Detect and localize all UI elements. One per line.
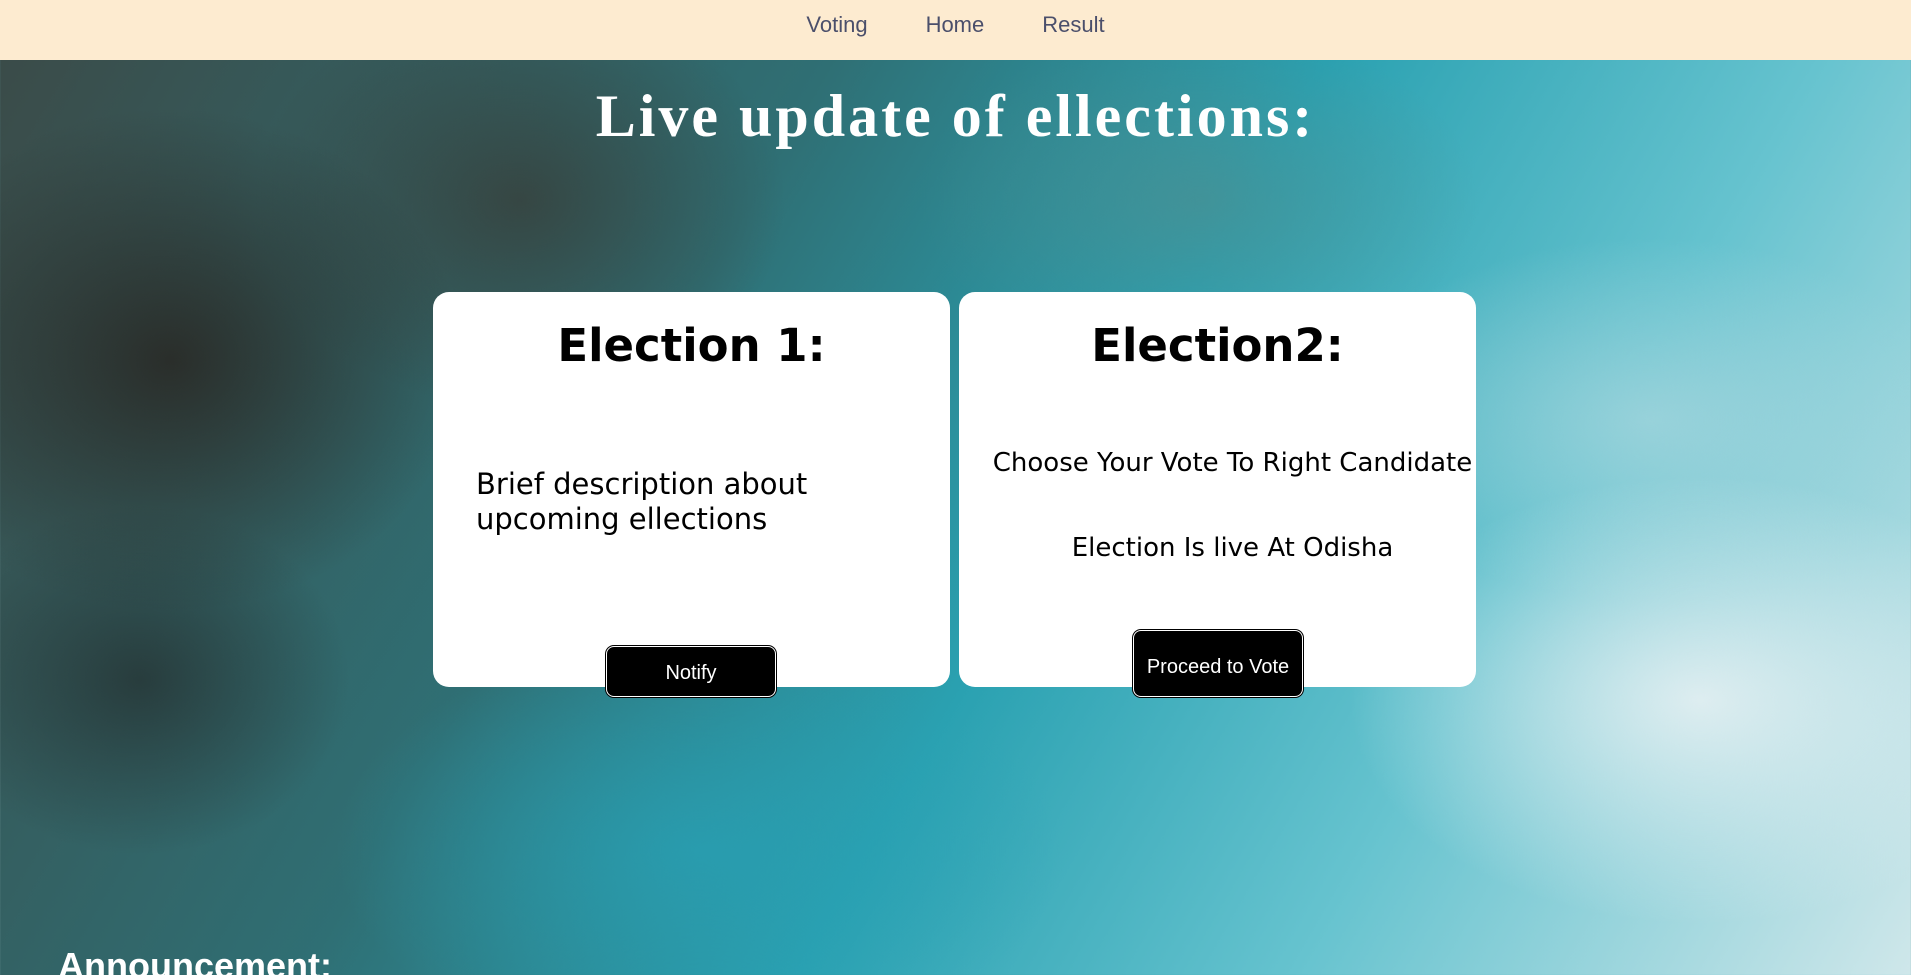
election-card-2-instruction: Choose Your Vote To Right Candidate — [992, 448, 1473, 478]
election-card-1-heading: Election 1: — [557, 319, 826, 372]
notify-button[interactable]: Notify — [606, 646, 776, 697]
nav-link-home[interactable]: Home — [926, 12, 985, 38]
top-navbar: Voting Home Result — [0, 0, 1911, 60]
nav-link-result[interactable]: Result — [1042, 12, 1104, 38]
election-card-1-description: Brief description about upcoming ellecti… — [476, 467, 808, 536]
election-card-2-status: Election Is live At Odisha — [1071, 533, 1394, 563]
page-title: Live update of ellections: — [595, 83, 1316, 149]
proceed-to-vote-button[interactable]: Proceed to Vote — [1133, 630, 1303, 697]
election-card-2-heading: Election2: — [1091, 319, 1344, 372]
election-card-1: Election 1: Brief description about upco… — [433, 292, 950, 697]
election-card-2: Election2: Choose Your Vote To Right Can… — [959, 292, 1476, 697]
nav-link-voting[interactable]: Voting — [806, 12, 867, 38]
announcement-heading: Announcement: — [58, 945, 332, 975]
